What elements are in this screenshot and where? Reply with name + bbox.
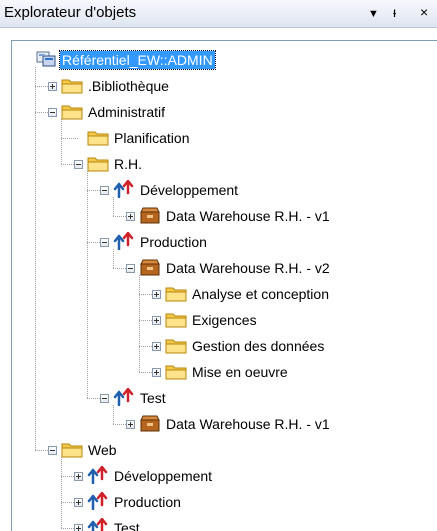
tree-node-label[interactable]: Data Warehouse R.H. - v1 bbox=[164, 207, 332, 225]
tree-node[interactable]: Gestion des données bbox=[12, 333, 437, 359]
tree-node-label[interactable]: Développement bbox=[138, 181, 240, 199]
tree-node-label[interactable]: R.H. bbox=[112, 155, 144, 173]
environment-icon bbox=[87, 465, 109, 486]
model-icon bbox=[139, 258, 161, 278]
environment-icon bbox=[87, 491, 109, 512]
tree-node[interactable]: Production bbox=[12, 489, 437, 515]
expand-plus-icon[interactable] bbox=[74, 524, 83, 531]
tree-node[interactable]: Test bbox=[12, 515, 437, 531]
expand-plus-icon[interactable] bbox=[152, 368, 161, 377]
folder-icon bbox=[87, 128, 109, 148]
expand-plus-icon[interactable] bbox=[152, 342, 161, 351]
environment-icon bbox=[113, 387, 135, 408]
expand-plus-icon[interactable] bbox=[126, 420, 135, 429]
folder-icon bbox=[165, 362, 187, 382]
panel-title: Explorateur d'objets bbox=[4, 4, 137, 21]
tree-node-label[interactable]: Administratif bbox=[86, 103, 167, 121]
object-tree[interactable]: Référentiel_EW::ADMIN.BibliothèqueAdmini… bbox=[11, 40, 437, 531]
expand-plus-icon[interactable] bbox=[74, 498, 83, 507]
tree-node[interactable]: Data Warehouse R.H. - v1 bbox=[12, 203, 437, 229]
tree-node[interactable]: .Bibliothèque bbox=[12, 73, 437, 99]
environment-icon bbox=[113, 179, 135, 200]
tree-node-label[interactable]: Exigences bbox=[190, 311, 259, 329]
tree-connector-line bbox=[139, 275, 140, 372]
tree-node-label[interactable]: Data Warehouse R.H. - v2 bbox=[164, 259, 332, 277]
tree-node-label[interactable]: Data Warehouse R.H. - v1 bbox=[164, 415, 332, 433]
tree-node-label[interactable]: Test bbox=[138, 389, 168, 407]
pin-icon[interactable]: ᵻ bbox=[393, 2, 396, 22]
expand-plus-icon[interactable] bbox=[126, 212, 135, 221]
expand-plus-icon[interactable] bbox=[152, 290, 161, 299]
tree-node-label[interactable]: Référentiel_EW::ADMIN bbox=[59, 50, 216, 70]
tree-node[interactable]: Développement bbox=[12, 463, 437, 489]
model-icon bbox=[139, 414, 161, 434]
folder-icon bbox=[61, 440, 83, 460]
folder-icon bbox=[87, 154, 109, 174]
tree-node[interactable]: Data Warehouse R.H. - v2 bbox=[12, 255, 437, 281]
tree-connector-line bbox=[35, 67, 36, 450]
tree-node-label[interactable]: Production bbox=[138, 233, 209, 251]
expand-plus-icon[interactable] bbox=[152, 316, 161, 325]
folder-icon bbox=[61, 76, 83, 96]
collapse-minus-icon[interactable] bbox=[100, 186, 109, 195]
collapse-minus-icon[interactable] bbox=[100, 238, 109, 247]
model-icon bbox=[139, 206, 161, 226]
tree-node[interactable]: Production bbox=[12, 229, 437, 255]
collapse-minus-icon[interactable] bbox=[100, 394, 109, 403]
folder-icon bbox=[165, 310, 187, 330]
tree-node-label[interactable]: Production bbox=[112, 493, 183, 511]
collapse-minus-icon[interactable] bbox=[48, 446, 57, 455]
dropdown-arrow-icon[interactable]: ▼ bbox=[368, 4, 379, 24]
tree-node[interactable]: Mise en oeuvre bbox=[12, 359, 437, 385]
tree-node[interactable]: Analyse et conception bbox=[12, 281, 437, 307]
tree-node-label[interactable]: Planification bbox=[112, 129, 192, 147]
tree-node-label[interactable]: .Bibliothèque bbox=[86, 77, 171, 95]
tree-node[interactable]: Exigences bbox=[12, 307, 437, 333]
collapse-minus-icon[interactable] bbox=[74, 160, 83, 169]
expand-plus-icon[interactable] bbox=[74, 472, 83, 481]
folder-icon bbox=[165, 336, 187, 356]
tree-node[interactable]: Planification bbox=[12, 125, 437, 151]
tree-node[interactable]: Web bbox=[12, 437, 437, 463]
expand-plus-icon[interactable] bbox=[48, 82, 57, 91]
tree-node-label[interactable]: Web bbox=[86, 441, 119, 459]
tree-node-label[interactable]: Mise en oeuvre bbox=[190, 363, 290, 381]
tree-node-label[interactable]: Développement bbox=[112, 467, 214, 485]
tree-node[interactable]: R.H. bbox=[12, 151, 437, 177]
folder-icon bbox=[61, 102, 83, 122]
environment-icon bbox=[113, 231, 135, 252]
close-icon[interactable]: × bbox=[420, 2, 428, 22]
tree-connector-line bbox=[87, 171, 88, 398]
tree-node-label[interactable]: Analyse et conception bbox=[190, 285, 331, 303]
object-explorer-panel: Explorateur d'objets ▼ ᵻ × Référentiel_E… bbox=[0, 0, 437, 531]
tree-node-label[interactable]: Test bbox=[112, 519, 142, 531]
tree-node[interactable]: Développement bbox=[12, 177, 437, 203]
tree-node[interactable]: Test bbox=[12, 385, 437, 411]
folder-icon bbox=[165, 284, 187, 304]
collapse-minus-icon[interactable] bbox=[126, 264, 135, 273]
tree-node[interactable]: Référentiel_EW::ADMIN bbox=[12, 47, 437, 73]
tree-node[interactable]: Administratif bbox=[12, 99, 437, 125]
panel-title-bar: Explorateur d'objets ▼ ᵻ × bbox=[0, 0, 437, 28]
tree-node[interactable]: Data Warehouse R.H. - v1 bbox=[12, 411, 437, 437]
tree-node-label[interactable]: Gestion des données bbox=[190, 337, 326, 355]
collapse-minus-icon[interactable] bbox=[48, 108, 57, 117]
repository-icon bbox=[35, 50, 57, 70]
